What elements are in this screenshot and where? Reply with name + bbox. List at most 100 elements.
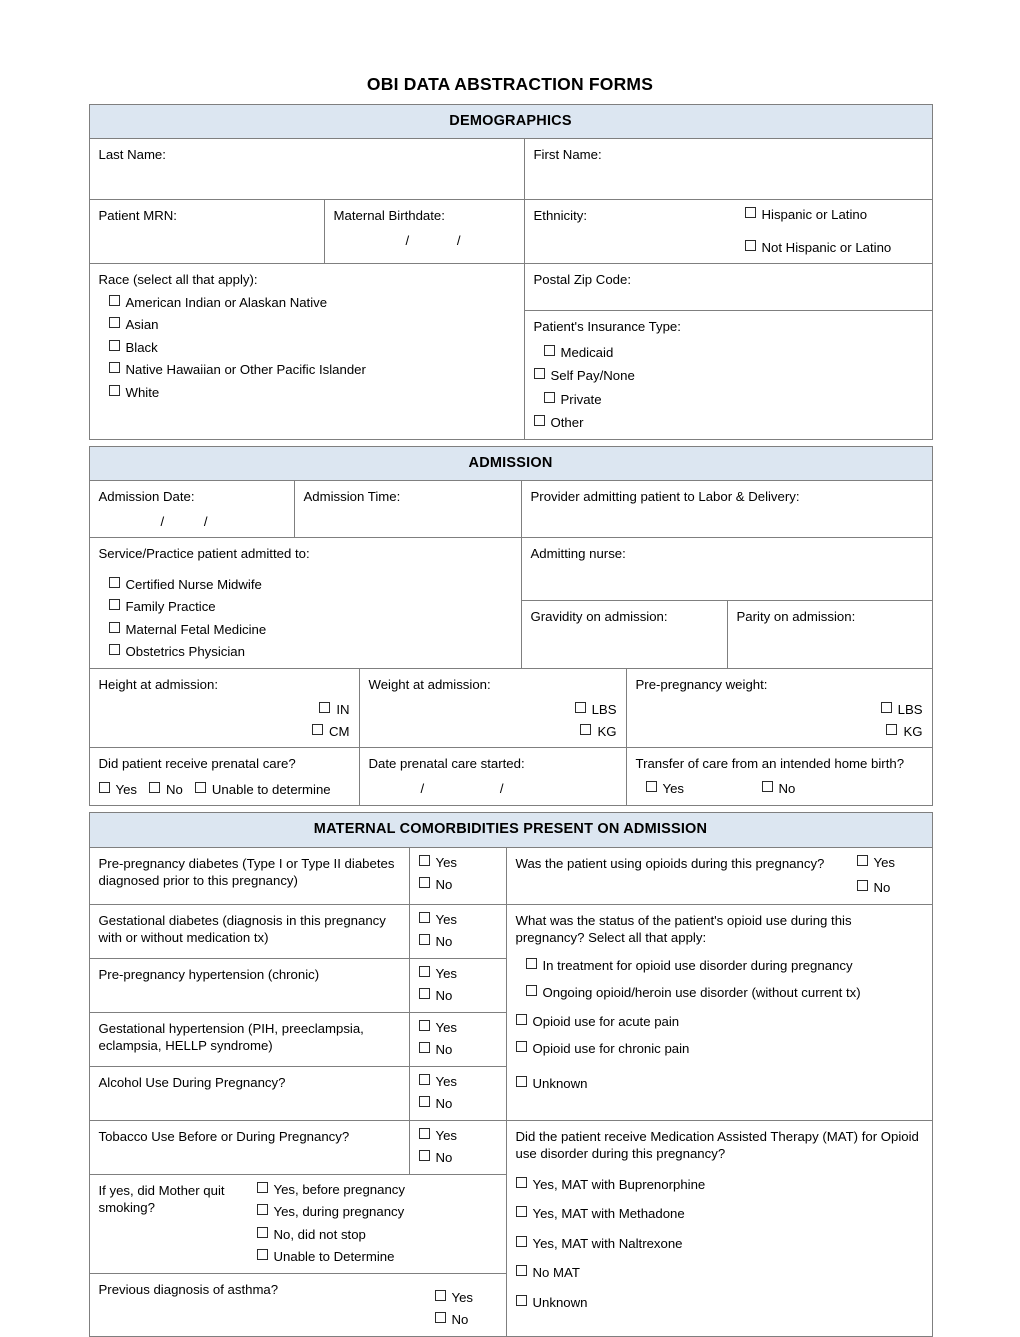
prenatal-care-option-no[interactable]: No [149, 781, 183, 799]
opioid-status-option-chronic-pain[interactable]: Opioid use for chronic pain [515, 1041, 923, 1058]
date-prenatal-cell[interactable]: Date prenatal care started: / / [358, 747, 627, 807]
checkbox-icon[interactable] [194, 781, 206, 793]
checkbox-icon[interactable] [761, 780, 773, 792]
height-unit-cm[interactable]: CM [311, 723, 350, 741]
option-no[interactable]: No [418, 1042, 497, 1059]
quit-smoking-option-unable[interactable]: Unable to Determine [256, 1249, 437, 1266]
checkbox-icon[interactable] [515, 1013, 527, 1025]
checkbox-icon[interactable] [744, 207, 756, 219]
service-option-certified-nurse-midwife[interactable]: Certified Nurse Midwife [108, 576, 512, 594]
checkbox-icon[interactable] [418, 1019, 430, 1031]
checkbox-icon[interactable] [515, 1075, 527, 1087]
admission-time-cell[interactable]: Admission Time: [293, 480, 522, 539]
checkbox-icon[interactable] [108, 576, 120, 588]
insurance-option-private[interactable]: Private [543, 391, 739, 409]
checkbox-icon[interactable] [856, 880, 868, 892]
parity-cell[interactable]: Parity on admission: [726, 600, 933, 669]
admitting-nurse-cell[interactable]: Admitting nurse: [520, 537, 933, 602]
checkbox-icon[interactable] [515, 1235, 527, 1247]
opioid-status-option-unknown[interactable]: Unknown [515, 1075, 923, 1093]
patient-mrn-cell[interactable]: Patient MRN: [88, 199, 325, 265]
checkbox-icon[interactable] [418, 965, 430, 977]
option-no[interactable]: No [418, 877, 497, 894]
maternal-birthdate-cell[interactable]: Maternal Birthdate: / / [323, 199, 525, 265]
quit-smoking-option-yes-during[interactable]: Yes, during pregnancy [256, 1204, 437, 1221]
checkbox-icon[interactable] [319, 702, 331, 714]
checkbox-icon[interactable] [108, 294, 120, 306]
option-yes[interactable]: Yes [418, 1019, 497, 1037]
checkbox-icon[interactable] [418, 1150, 430, 1162]
checkbox-icon[interactable] [543, 391, 555, 403]
checkbox-icon[interactable] [418, 988, 430, 1000]
race-option-american-indian[interactable]: American Indian or Alaskan Native [108, 294, 515, 312]
gravidity-cell[interactable]: Gravidity on admission: [520, 600, 728, 669]
option-no[interactable]: No [418, 1150, 497, 1167]
transfer-option-yes[interactable]: Yes [645, 780, 762, 798]
checkbox-icon[interactable] [515, 1265, 527, 1277]
checkbox-icon[interactable] [418, 877, 430, 889]
weight-unit-kg[interactable]: KG [580, 723, 617, 741]
ethnicity-option-hispanic[interactable]: Hispanic or Latino [744, 207, 923, 224]
checkbox-icon[interactable] [525, 957, 537, 969]
checkbox-icon[interactable] [418, 1096, 430, 1108]
checkbox-icon[interactable] [108, 339, 120, 351]
checkbox-icon[interactable] [108, 317, 120, 329]
opioid-status-option-acute-pain[interactable]: Opioid use for acute pain [515, 1013, 923, 1031]
postal-zip-cell[interactable]: Postal Zip Code: [523, 263, 933, 312]
option-no[interactable]: No [418, 1096, 497, 1113]
height-unit-in[interactable]: IN [319, 702, 350, 719]
checkbox-icon[interactable] [434, 1312, 446, 1324]
service-option-maternal-fetal-medicine[interactable]: Maternal Fetal Medicine [108, 621, 512, 639]
checkbox-icon[interactable] [149, 781, 161, 793]
checkbox-icon[interactable] [434, 1289, 446, 1301]
weight-unit-lbs[interactable]: LBS [574, 702, 617, 719]
checkbox-icon[interactable] [418, 911, 430, 923]
checkbox-icon[interactable] [108, 644, 120, 656]
mat-option-unknown[interactable]: Unknown [515, 1294, 923, 1312]
checkbox-icon[interactable] [108, 362, 120, 374]
option-yes[interactable]: Yes [418, 965, 497, 983]
checkbox-icon[interactable] [645, 780, 657, 792]
mat-option-buprenorphine[interactable]: Yes, MAT with Buprenorphine [515, 1176, 923, 1194]
opioid-status-option-in-treatment[interactable]: In treatment for opioid use disorder dur… [525, 957, 923, 975]
quit-smoking-option-no-not-stop[interactable]: No, did not stop [256, 1226, 437, 1244]
option-no[interactable]: No [418, 988, 497, 1005]
checkbox-icon[interactable] [98, 781, 110, 793]
ethnicity-option-not-hispanic[interactable]: Not Hispanic or Latino [744, 239, 923, 257]
option-yes[interactable]: Yes [418, 911, 497, 929]
asthma-option-yes[interactable]: Yes [434, 1289, 497, 1307]
checkbox-icon[interactable] [108, 599, 120, 611]
quit-smoking-option-yes-before[interactable]: Yes, before pregnancy [256, 1181, 437, 1199]
race-option-asian[interactable]: Asian [108, 317, 515, 334]
checkbox-icon[interactable] [744, 239, 756, 251]
mat-option-methadone[interactable]: Yes, MAT with Methadone [515, 1206, 923, 1223]
checkbox-icon[interactable] [574, 702, 586, 714]
race-option-native-hawaiian[interactable]: Native Hawaiian or Other Pacific Islande… [108, 362, 515, 379]
opioid-use-option-yes[interactable]: Yes [856, 854, 923, 872]
checkbox-icon[interactable] [418, 1042, 430, 1054]
checkbox-icon[interactable] [533, 368, 545, 380]
checkbox-icon[interactable] [515, 1206, 527, 1218]
option-yes[interactable]: Yes [418, 1073, 497, 1091]
checkbox-icon[interactable] [886, 723, 898, 735]
checkbox-icon[interactable] [515, 1176, 527, 1188]
checkbox-icon[interactable] [108, 384, 120, 396]
checkbox-icon[interactable] [418, 1127, 430, 1139]
checkbox-icon[interactable] [580, 723, 592, 735]
checkbox-icon[interactable] [856, 854, 868, 866]
checkbox-icon[interactable] [533, 415, 545, 427]
insurance-option-other[interactable]: Other [533, 415, 729, 432]
prepregnancy-weight-unit-lbs[interactable]: LBS [880, 702, 923, 719]
service-option-family-practice[interactable]: Family Practice [108, 599, 512, 616]
last-name-cell[interactable]: Last Name: [88, 138, 525, 201]
opioid-use-option-no[interactable]: No [856, 880, 923, 897]
asthma-option-no[interactable]: No [434, 1312, 497, 1329]
checkbox-icon[interactable] [525, 985, 537, 997]
mat-option-no-mat[interactable]: No MAT [515, 1265, 923, 1282]
prenatal-care-option-yes[interactable]: Yes [98, 781, 137, 799]
checkbox-icon[interactable] [418, 1073, 430, 1085]
prepregnancy-weight-unit-kg[interactable]: KG [886, 723, 923, 741]
prenatal-care-option-unable[interactable]: Unable to determine [194, 781, 331, 799]
insurance-option-self-pay[interactable]: Self Pay/None [533, 368, 729, 385]
checkbox-icon[interactable] [256, 1181, 268, 1193]
